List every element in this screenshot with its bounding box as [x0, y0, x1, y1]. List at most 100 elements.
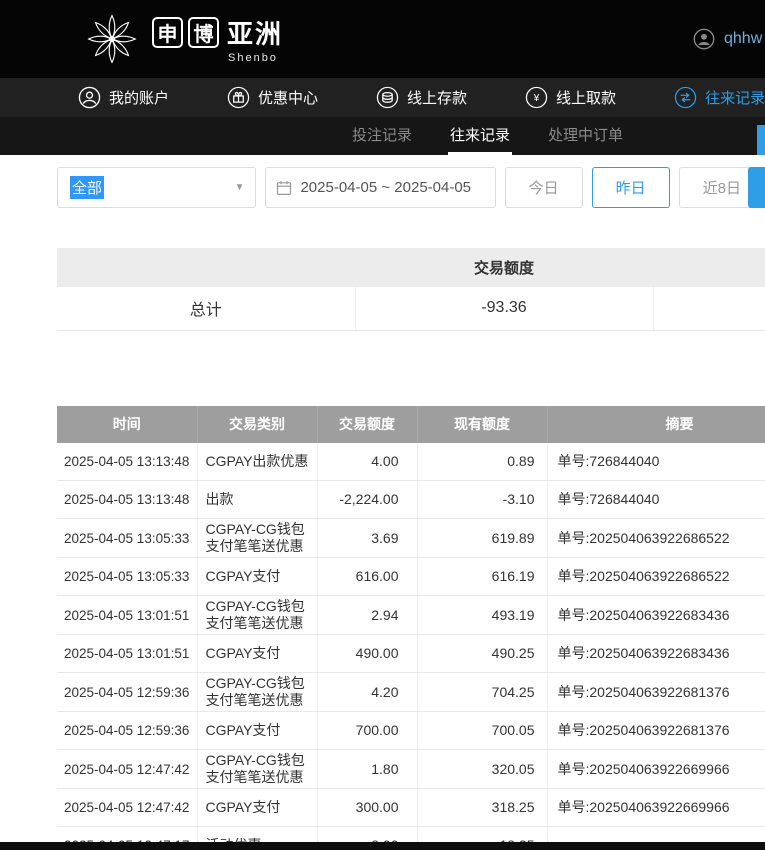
table-cell: 3.69 [317, 518, 418, 558]
table-cell: CGPAY支付 [197, 634, 318, 673]
table-cell: 616.00 [317, 557, 418, 596]
nav-item-label: 我的账户 [109, 90, 170, 107]
table-cell: 2025-04-05 13:01:51 [57, 634, 198, 673]
table-cell: 单号:202504063922686522 [547, 557, 765, 596]
records-sub-navigation: 投注记录 往来记录 处理中订单 [0, 117, 765, 155]
date-range-input[interactable]: 2025-04-05 ~ 2025-04-05 [265, 167, 496, 208]
nav-item-label: 往来记录 [705, 90, 765, 107]
tab-label: 投注记录 [351, 127, 412, 144]
table-cell: 493.19 [417, 595, 548, 635]
table-cell: 2025-04-05 12:59:36 [57, 672, 198, 712]
table-row: 2025-04-05 13:01:51 CGPAY-CG钱包支付笔笔送优惠 2.94… [57, 595, 765, 635]
records-table-body: 2025-04-05 13:13:48 CGPAY出款优惠 4.00 0.89 单号:7… [57, 442, 765, 850]
calendar-icon [277, 180, 292, 195]
table-cell: CGPAY支付 [197, 788, 318, 827]
table-row: 2025-04-05 13:05:33 CGPAY支付 616.00 616.19 单号… [57, 557, 765, 596]
avatar-icon [693, 28, 715, 50]
table-cell: 单号:726844040 [547, 442, 765, 481]
table-cell: CGPAY出款优惠 [197, 442, 318, 481]
tab-transaction-records[interactable]: 往来记录 [447, 117, 512, 155]
table-cell: -3.10 [417, 480, 548, 519]
table-row: 2025-04-05 12:59:36 CGPAY-CG钱包支付笔笔送优惠 4.20… [57, 672, 765, 712]
table-cell: 700.05 [417, 711, 548, 750]
table-cell: 2025-04-05 13:01:51 [57, 595, 198, 635]
summary-total-row: 总计 -93.36 [57, 287, 765, 331]
summary-header-row: 交易额度 [57, 248, 765, 287]
table-cell: 490.25 [417, 634, 548, 673]
table-cell: 单号:202504063922683436 [547, 595, 765, 635]
table-cell: -2,224.00 [317, 480, 418, 519]
tab-processing-orders[interactable]: 处理中订单 [546, 117, 625, 155]
today-button[interactable]: 今日 [504, 167, 583, 208]
summary-header-spacer [57, 248, 355, 287]
table-cell: 616.19 [417, 557, 548, 596]
tab-label: 处理中订单 [547, 127, 623, 144]
user-icon [78, 86, 101, 109]
nav-item-deposit[interactable]: 线上存款 [376, 86, 467, 109]
nav-item-label: 线上取款 [556, 90, 617, 107]
nav-item-records[interactable]: 往来记录 [674, 86, 765, 109]
logo-char-box-2: 博 [188, 17, 219, 48]
table-cell: CGPAY支付 [197, 557, 318, 596]
lotus-logo-icon [87, 14, 137, 64]
summary-table: 交易额度 总计 -93.36 [57, 248, 765, 331]
table-cell: 2.94 [317, 595, 418, 635]
table-cell: 单号:202504063922681376 [547, 672, 765, 712]
table-cell: 2025-04-05 13:05:33 [57, 518, 198, 558]
summary-total-label: 总计 [57, 287, 356, 331]
table-row: 2025-04-05 13:05:33 CGPAY-CG钱包支付笔笔送优惠 3.69… [57, 518, 765, 558]
nav-item-promotions[interactable]: 优惠中心 [227, 86, 318, 109]
deposit-icon [376, 86, 399, 109]
summary-total-value: -93.36 [355, 287, 654, 331]
withdraw-icon: ¥ [525, 86, 548, 109]
table-row: 2025-04-05 13:01:51 CGPAY支付 490.00 490.25 单号… [57, 634, 765, 673]
selected-type-value: 全部 [70, 176, 105, 199]
column-header-time: 时间 [57, 405, 198, 443]
chevron-down-icon: ▼ [234, 182, 245, 193]
table-cell: 单号:202504063922681376 [547, 711, 765, 750]
table-cell: 4.20 [317, 672, 418, 712]
nav-item-my-account[interactable]: 我的账户 [78, 86, 169, 109]
column-header-amount: 交易额度 [317, 405, 418, 443]
search-button[interactable] [748, 167, 765, 208]
table-cell: 出款 [197, 480, 318, 519]
summary-header-spacer [653, 248, 765, 287]
table-row: 2025-04-05 12:59:36 CGPAY支付 700.00 700.05 单号… [57, 711, 765, 750]
summary-total-spacer [653, 287, 765, 331]
date-range-value: 2025-04-05 ~ 2025-04-05 [300, 179, 472, 196]
logo-subtitle: Shenbo [228, 52, 278, 64]
table-cell: 318.25 [417, 788, 548, 827]
brand-logo[interactable]: 申 博 亚洲 Shenbo [84, 11, 283, 67]
table-cell: 320.05 [417, 749, 548, 789]
table-cell: CGPAY-CG钱包支付笔笔送优惠 [197, 672, 318, 712]
transaction-type-select[interactable]: 全部 ▼ [57, 167, 257, 208]
tab-betting-records[interactable]: 投注记录 [350, 117, 414, 155]
table-row: 2025-04-05 13:13:48 出款 -2,224.00 -3.10 单号:72… [57, 480, 765, 519]
table-cell: 单号:202504063922686522 [547, 518, 765, 558]
records-table: 时间 交易类别 交易额度 现有额度 摘要 2025-04-05 13:13:48… [57, 405, 765, 850]
table-cell: 2025-04-05 13:05:33 [57, 557, 198, 596]
table-cell: 单号:202504063922669966 [547, 788, 765, 827]
table-cell: 2025-04-05 13:13:48 [57, 442, 198, 481]
table-cell: 1.80 [317, 749, 418, 789]
summary-header-label: 交易额度 [355, 248, 653, 287]
nav-item-withdraw[interactable]: ¥ 线上取款 [525, 86, 616, 109]
logo-char-box-1: 申 [152, 17, 183, 48]
table-row: 2025-04-05 12:47:42 CGPAY-CG钱包支付笔笔送优惠 1.80… [57, 749, 765, 789]
side-widget-edge[interactable] [757, 125, 765, 155]
user-account-area[interactable]: qhhw [693, 28, 762, 50]
yesterday-button[interactable]: 昨日 [591, 167, 670, 208]
table-cell: 0.89 [417, 442, 548, 481]
filter-toolbar: 全部 ▼ 2025-04-05 ~ 2025-04-05 今日 昨日 近8日 [0, 155, 765, 220]
records-icon [674, 86, 697, 109]
nav-item-label: 线上存款 [407, 90, 468, 107]
table-cell: 300.00 [317, 788, 418, 827]
table-cell: 704.25 [417, 672, 548, 712]
column-header-summary: 摘要 [547, 405, 765, 443]
username-text: qhhw [724, 30, 763, 47]
nav-item-label: 优惠中心 [258, 90, 319, 107]
top-bar: 申 博 亚洲 Shenbo qhhw [0, 0, 765, 78]
column-header-balance: 现有额度 [417, 405, 548, 443]
table-cell: CGPAY-CG钱包支付笔笔送优惠 [197, 518, 318, 558]
footer-strip [0, 842, 765, 850]
